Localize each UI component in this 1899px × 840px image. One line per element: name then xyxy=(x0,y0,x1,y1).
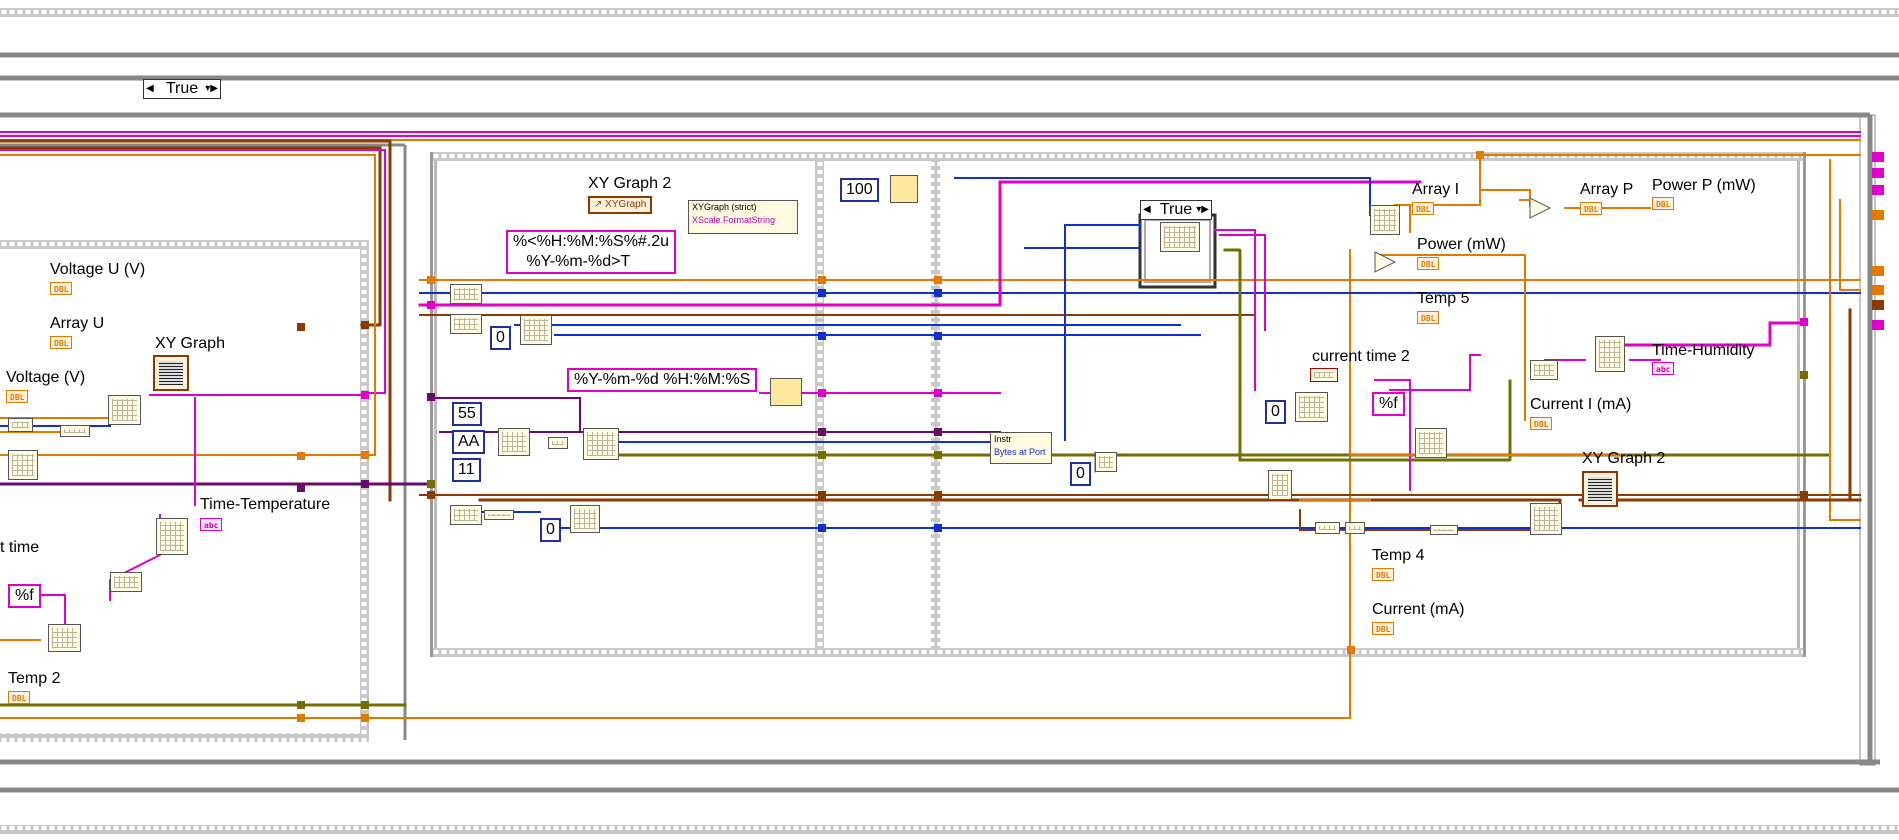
format-into-string-node-right[interactable] xyxy=(1415,428,1447,458)
zero-constant-b[interactable]: 0 xyxy=(540,518,561,542)
label-current-i: Current I (mA) xyxy=(1530,396,1632,413)
case-increment-icon[interactable]: ▾▶ xyxy=(205,80,218,98)
error-cluster-node[interactable] xyxy=(1310,368,1338,382)
visa-bytes-property-node[interactable]: Instr Bytes at Port xyxy=(990,432,1052,464)
terminal-temp-5[interactable]: DBL xyxy=(1417,311,1440,324)
hex-constant-55[interactable]: 55 xyxy=(452,402,482,426)
zero-constant-c[interactable]: 0 xyxy=(1070,462,1091,486)
bundle-node-left[interactable] xyxy=(156,518,188,555)
label-voltage-v: Voltage (V) xyxy=(6,369,86,386)
get-date-time-node[interactable] xyxy=(1295,392,1328,422)
index-array-node-right[interactable] xyxy=(1370,205,1400,235)
build-array-node-hex[interactable] xyxy=(498,428,530,456)
dbl-indicator-right[interactable] xyxy=(1315,522,1340,534)
terminal-temp-4[interactable]: DBL xyxy=(1372,568,1395,581)
format-constant-right[interactable]: %f xyxy=(1372,392,1405,416)
array-index-node-2[interactable] xyxy=(450,314,482,334)
label-power-p: Power P (mW) xyxy=(1652,177,1756,194)
build-array-node-left-3[interactable] xyxy=(110,572,142,592)
label-time-temperature: Time-Temperature xyxy=(200,496,331,513)
label-temp-2: Temp 2 xyxy=(8,670,61,687)
date-format-constant[interactable]: %Y-%m-%d %H:%M:%S xyxy=(567,368,758,392)
array-index-node-1[interactable] xyxy=(450,284,482,304)
terminal-current-i[interactable]: DBL xyxy=(1530,417,1553,430)
terminal-voltage-u[interactable]: DBL xyxy=(50,282,73,295)
timestamp-format-constant[interactable]: %<%H:%M:%S%#.2u %Y-%m-%d>T xyxy=(506,230,677,274)
label-array-u: Array U xyxy=(50,315,105,332)
inner-case-decrement-icon[interactable]: ◀ xyxy=(1143,201,1151,219)
label-xy-graph-2-bottom: XY Graph 2 xyxy=(1582,450,1666,467)
format-constant-left[interactable]: %f xyxy=(8,584,41,608)
hex-constant-aa[interactable]: AA xyxy=(452,430,486,454)
format-date-time-icon[interactable] xyxy=(770,378,802,406)
label-xy-graph-2-top: XY Graph 2 xyxy=(588,175,672,192)
label-time-humidity: Time-Humidity xyxy=(1652,342,1755,359)
outer-sequence-border-top xyxy=(0,8,1899,17)
label-temp-4: Temp 4 xyxy=(1372,547,1425,564)
label-temp-5: Temp 5 xyxy=(1417,290,1470,307)
label-array-p: Array P xyxy=(1580,181,1634,198)
file-path-node[interactable] xyxy=(1268,470,1292,500)
label-xy-graph: XY Graph xyxy=(155,335,225,352)
terminal-current-ma[interactable]: DBL xyxy=(1372,622,1395,635)
greater-than-node[interactable] xyxy=(1095,452,1117,472)
label-voltage-u: Voltage U (V) xyxy=(50,261,146,278)
build-array-node-left-2[interactable] xyxy=(8,450,38,480)
label-current-ma: Current (mA) xyxy=(1372,601,1465,618)
visa-read-node[interactable] xyxy=(1160,222,1200,252)
build-array-node-humidity[interactable] xyxy=(1530,360,1558,380)
label-power-mw: Power (mW) xyxy=(1417,236,1506,253)
terminal-power-mw[interactable]: DBL xyxy=(1417,257,1440,270)
format-into-string-node-left[interactable] xyxy=(48,624,81,652)
label-array-i: Array I xyxy=(1412,181,1460,198)
build-array-node-2[interactable] xyxy=(520,315,552,345)
bundle-node-humidity[interactable] xyxy=(1595,336,1625,372)
zero-constant-a[interactable]: 0 xyxy=(490,326,511,350)
xy-graph-2-terminal-icon[interactable] xyxy=(1582,471,1618,507)
label-t-time: t time xyxy=(0,539,40,556)
dbl-terminal-left[interactable] xyxy=(8,418,33,432)
xygraph-reference[interactable]: ↗ XYGraph xyxy=(588,196,653,214)
terminal-power-p[interactable]: DBL xyxy=(1652,197,1675,210)
convert-node-right-2[interactable] xyxy=(1430,525,1458,535)
visa-write-node[interactable] xyxy=(583,428,619,460)
case-decrement-icon[interactable]: ◀ xyxy=(146,80,154,98)
build-array-node-left[interactable] xyxy=(108,395,141,425)
convert-node-1[interactable] xyxy=(484,510,514,520)
wait-ms-constant[interactable]: 100 xyxy=(840,178,879,202)
terminal-array-i[interactable]: DBL xyxy=(1412,202,1435,215)
outer-case-selector[interactable]: ◀ True ▾▶ xyxy=(143,79,221,99)
terminal-time-humidity[interactable]: abc xyxy=(1652,362,1675,375)
convert-node-left[interactable] xyxy=(60,425,90,437)
terminal-voltage-v[interactable]: DBL xyxy=(6,390,29,403)
array-index-node-3[interactable] xyxy=(450,505,482,525)
label-current-time-2: current time 2 xyxy=(1312,348,1410,365)
zero-constant-d[interactable]: 0 xyxy=(1265,400,1286,424)
terminal-array-u[interactable]: DBL xyxy=(50,336,73,349)
terminal-temp-2[interactable]: DBL xyxy=(8,691,31,704)
hex-constant-11[interactable]: 11 xyxy=(452,458,481,482)
build-array-node-3[interactable] xyxy=(570,505,600,533)
terminal-array-p[interactable]: DBL xyxy=(1580,202,1603,215)
terminal-time-temperature[interactable]: abc xyxy=(200,518,223,531)
inner-case-selector[interactable]: ◀ True ▾▶ xyxy=(1140,200,1212,220)
xygraph-property-node[interactable]: XYGraph (strict) XScale.FormatString xyxy=(688,200,798,234)
xy-graph-terminal-icon[interactable] xyxy=(153,355,189,391)
inner-case-increment-icon[interactable]: ▾▶ xyxy=(1196,201,1209,219)
convert-node-right[interactable] xyxy=(1345,522,1365,534)
bundle-node-xy2[interactable] xyxy=(1530,503,1562,535)
byte-array-to-string-node[interactable] xyxy=(548,437,568,449)
block-diagram-wires xyxy=(0,8,1899,834)
wait-ms-icon[interactable] xyxy=(890,175,918,203)
